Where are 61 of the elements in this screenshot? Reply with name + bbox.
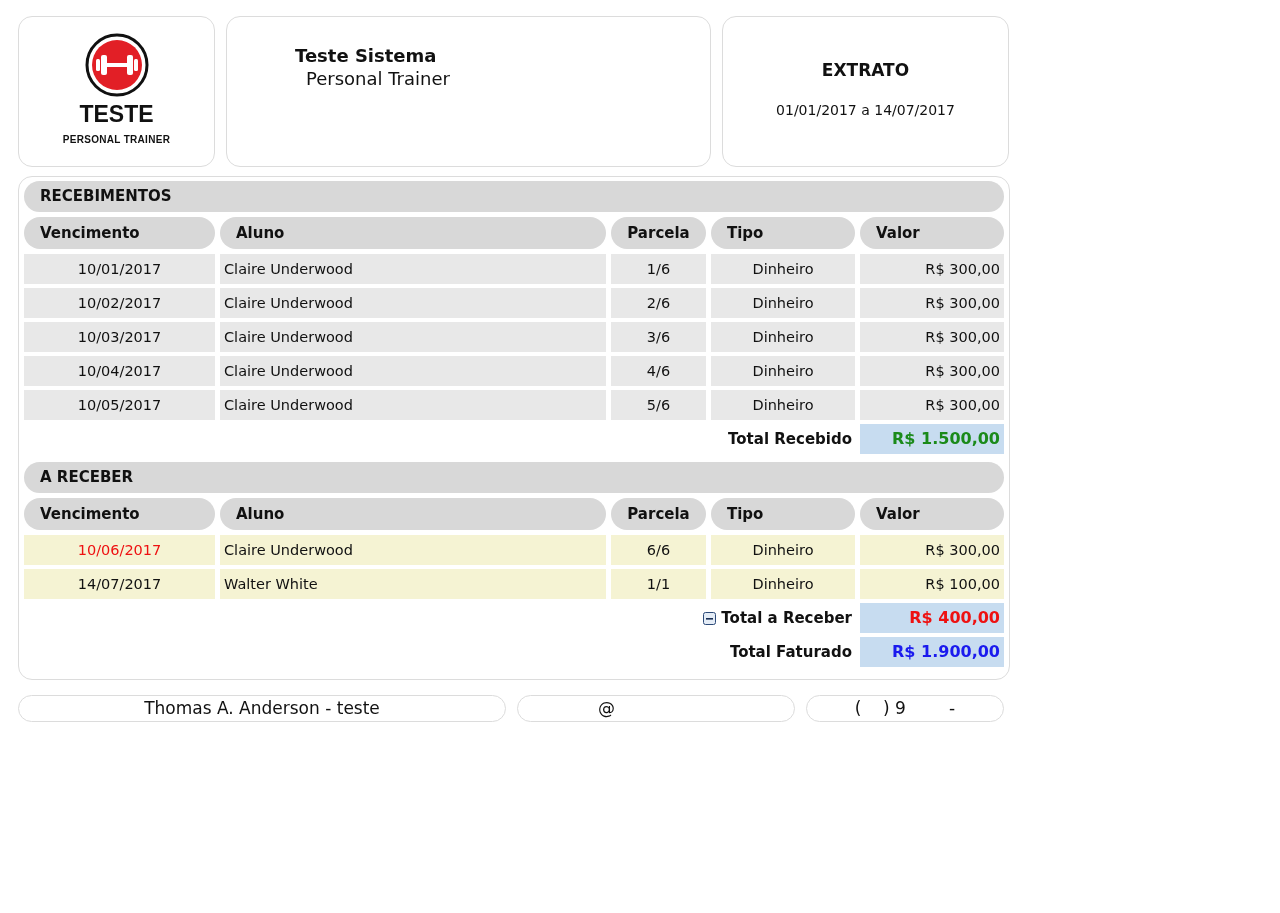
table-cell: 1/1 [611, 569, 706, 599]
column-header: Vencimento [24, 498, 215, 530]
date-cell: 10/05/2017 [24, 390, 215, 420]
table-cell: Walter White [220, 569, 606, 599]
company-subtitle: Personal Trainer [306, 68, 450, 89]
table-cell: Claire Underwood [220, 288, 606, 318]
date-cell: 14/07/2017 [24, 569, 215, 599]
table-cell: R$ 300,00 [860, 356, 1004, 386]
table-cell: Dinheiro [711, 254, 855, 284]
date-cell: 10/04/2017 [24, 356, 215, 386]
total-label: Total Recebido [728, 430, 852, 448]
table-cell: Dinheiro [711, 569, 855, 599]
column-header: Valor [860, 498, 1004, 530]
report-period: 01/01/2017 a 14/07/2017 [776, 102, 955, 118]
section-title: RECEBIMENTOS [24, 181, 1004, 212]
column-header: Valor [860, 217, 1004, 249]
date-cell: 10/01/2017 [24, 254, 215, 284]
table-cell: Dinheiro [711, 322, 855, 352]
table-cell: 1/6 [611, 254, 706, 284]
column-header: Vencimento [24, 217, 215, 249]
table-cell: Dinheiro [711, 356, 855, 386]
table-cell: R$ 300,00 [860, 535, 1004, 565]
total-value: R$ 400,00 [860, 603, 1004, 633]
table-cell: Claire Underwood [220, 254, 606, 284]
column-header: Parcela [611, 217, 706, 249]
column-header: Aluno [220, 217, 606, 249]
total-value: R$ 1.500,00 [860, 424, 1004, 454]
table-cell: 3/6 [611, 322, 706, 352]
column-header: Aluno [220, 498, 606, 530]
total-value: R$ 1.900,00 [860, 637, 1004, 667]
date-cell: 10/02/2017 [24, 288, 215, 318]
table-cell: R$ 100,00 [860, 569, 1004, 599]
report-title: EXTRATO [821, 60, 910, 80]
date-cell: 10/06/2017 [24, 535, 215, 565]
logo-tagline: PERSONAL TRAINER [62, 134, 171, 145]
dumbbell-logo-icon [84, 33, 149, 97]
column-header: Tipo [711, 217, 855, 249]
table-cell: Claire Underwood [220, 356, 606, 386]
company-name: Teste Sistema [295, 45, 437, 66]
table-cell: R$ 300,00 [860, 390, 1004, 420]
table-cell: Dinheiro [711, 288, 855, 318]
table-cell: 4/6 [611, 356, 706, 386]
table-cell: 2/6 [611, 288, 706, 318]
table-cell: 6/6 [611, 535, 706, 565]
section-title: A RECEBER [24, 462, 1004, 493]
column-header: Parcela [611, 498, 706, 530]
date-cell: 10/03/2017 [24, 322, 215, 352]
table-cell: R$ 300,00 [860, 322, 1004, 352]
column-header: Tipo [711, 498, 855, 530]
total-label: Total a Receber [721, 609, 852, 627]
table-cell: Claire Underwood [220, 390, 606, 420]
collapse-icon[interactable] [703, 611, 717, 625]
table-cell: R$ 300,00 [860, 288, 1004, 318]
table-cell: Claire Underwood [220, 322, 606, 352]
table-cell: Claire Underwood [220, 535, 606, 565]
table-cell: Dinheiro [711, 390, 855, 420]
total-label: Total Faturado [729, 643, 852, 661]
table-cell: 5/6 [611, 390, 706, 420]
logo-wordmark: TESTE [79, 103, 154, 126]
table-cell: Dinheiro [711, 535, 855, 565]
table-cell: R$ 300,00 [860, 254, 1004, 284]
